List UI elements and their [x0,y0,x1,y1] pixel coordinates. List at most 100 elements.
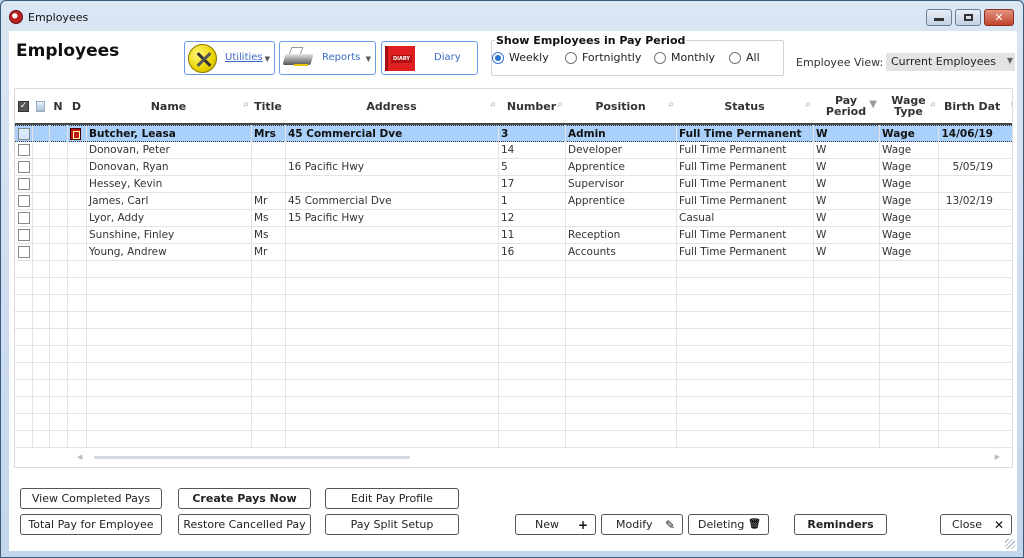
cell-status: Full Time Permanent [679,178,787,190]
row-checkbox[interactable] [18,178,30,190]
row-checkbox[interactable] [18,212,30,224]
deleting-button[interactable]: Deleting 🗑 [688,514,769,535]
header-birth-date[interactable]: Birth Dat› [938,89,1012,123]
cell-pay-period: W [816,144,827,156]
empty-row [15,380,1012,397]
cell-number: 1 [501,195,508,207]
cell-wage-type: Wage [882,229,912,241]
select-all-checkbox[interactable]: ✓ [15,89,32,123]
cell-wage-type: Wage [882,161,912,173]
employee-view-select[interactable]: Current Employees ▼ [886,53,1015,71]
scroll-left-icon[interactable]: ◀ [77,453,82,461]
app-icon [9,10,23,24]
cell-number: 16 [501,246,515,258]
reminders-button[interactable]: Reminders [794,514,887,535]
row-checkbox[interactable] [18,246,30,258]
scroll-right-icon[interactable]: ▶ [995,453,1000,461]
table-row[interactable]: Butcher, Leasa Mrs 45 Commercial Dve 3 Admin… [15,125,1012,142]
header-n[interactable]: N [49,89,67,123]
new-button[interactable]: New + [515,514,596,535]
cell-name: Young, Andrew [89,246,167,258]
tools-icon [188,44,217,73]
create-pays-now-button[interactable]: Create Pays Now [178,488,311,509]
horizontal-scrollbar[interactable]: ◀ ▶ [15,449,1012,467]
table-row[interactable]: Lyor, Addy Ms 15 Pacific Hwy 12 Casual W Wage [15,210,1012,227]
reports-label: Reports [322,52,361,63]
cell-name: Donovan, Peter [89,144,170,156]
empty-row [15,261,1012,278]
header-doc[interactable] [32,89,49,123]
cell-pay-period: W [816,212,827,224]
cell-address [285,176,498,193]
grid-header: ✓ N D Name ⌕ Title Address ⌕ Number ⌕ Posit… [15,89,1012,125]
row-checkbox[interactable] [18,144,30,156]
header-wage-type[interactable]: Wage Type ⌕ [879,89,938,123]
header-title[interactable]: Title [251,89,285,123]
header-d[interactable]: D [67,89,86,123]
radio-fortnightly[interactable]: Fortnightly [565,51,641,64]
cell-position: Admin [568,128,606,140]
search-icon[interactable]: ⌕ [805,99,811,110]
restore-cancelled-pay-button[interactable]: Restore Cancelled Pay [178,514,311,535]
scrollbar-thumb[interactable] [94,456,410,459]
search-icon[interactable]: ⌕ [490,99,496,110]
table-row[interactable]: James, Carl Mr 45 Commercial Dve 1 Apprentic… [15,193,1012,210]
radio-all[interactable]: All [729,51,760,64]
title-bar[interactable]: Employees ✕ [1,1,1023,31]
search-icon[interactable]: ⌕ [668,99,674,110]
minimize-button[interactable] [926,9,952,26]
search-icon[interactable]: ⌕ [930,99,936,110]
header-address[interactable]: Address ⌕ [285,89,498,123]
cell-name: Hessey, Kevin [89,178,163,190]
diary-button[interactable]: DIARY Diary [381,41,478,75]
cell-title: Mr [254,246,268,258]
modify-button[interactable]: Modify ✎ [601,514,683,535]
search-icon[interactable]: ⌕ [557,99,563,110]
radio-weekly[interactable]: Weekly [492,51,549,64]
table-row[interactable]: Donovan, Ryan 16 Pacific Hwy 5 Apprentice Fu… [15,159,1012,176]
header-pay-period[interactable]: Pay Period ▼ [813,89,879,123]
cell-wage-type: Wage [882,212,912,224]
cell-pay-period: W [816,178,827,190]
total-pay-for-employee-button[interactable]: Total Pay for Employee [20,514,162,535]
row-checkbox[interactable] [18,229,30,241]
diary-entry-icon [70,128,81,140]
close-button[interactable]: Close ✕ [940,514,1012,535]
row-checkbox[interactable] [18,161,30,173]
cell-number: 17 [501,178,515,190]
cell-status: Casual [679,212,715,224]
cell-position: Supervisor [568,178,625,190]
header-position[interactable]: Position ⌕ [565,89,676,123]
row-checkbox[interactable] [18,195,30,207]
chevron-down-icon: ▼ [1006,56,1013,65]
chevron-down-icon[interactable]: ▼ [265,55,270,63]
utilities-button[interactable]: Utilities ▼ [184,41,275,75]
header-status[interactable]: Status ⌕ [676,89,813,123]
window-close-button[interactable]: ✕ [984,9,1014,26]
maximize-button[interactable] [955,9,981,26]
table-row[interactable]: Donovan, Peter 14 Developer Full Time Perma… [15,142,1012,159]
header-number[interactable]: Number ⌕ [498,89,565,123]
radio-empty-icon [654,51,666,64]
reports-button[interactable]: Reports ▼ [279,41,376,75]
filter-icon[interactable]: ▼ [869,99,877,110]
view-completed-pays-button[interactable]: View Completed Pays [20,488,162,509]
row-checkbox[interactable] [18,128,30,140]
client-area: Employees Utilities ▼ Reports ▼ DIARY Di… [9,31,1017,551]
cell-name: James, Carl [89,195,149,207]
table-row[interactable]: Hessey, Kevin 17 Supervisor Full Time Perma… [15,176,1012,193]
empty-row [15,346,1012,363]
table-row[interactable]: Sunshine, Finley Ms 11 Reception Full Time P… [15,227,1012,244]
cell-title: Mr [254,195,268,207]
header-name[interactable]: Name ⌕ [86,89,251,123]
chevron-right-icon[interactable]: › [1010,99,1012,110]
edit-pay-profile-button[interactable]: Edit Pay Profile [325,488,459,509]
radio-monthly[interactable]: Monthly [654,51,715,64]
trash-icon: 🗑 [748,519,761,530]
table-row[interactable]: Young, Andrew Mr 16 Accounts Full Time Perma… [15,244,1012,261]
resize-grip[interactable] [1005,539,1015,549]
search-icon[interactable]: ⌕ [243,99,249,110]
chevron-down-icon[interactable]: ▼ [366,55,371,63]
cell-status: Full Time Permanent [679,128,802,140]
pay-split-setup-button[interactable]: Pay Split Setup [325,514,459,535]
